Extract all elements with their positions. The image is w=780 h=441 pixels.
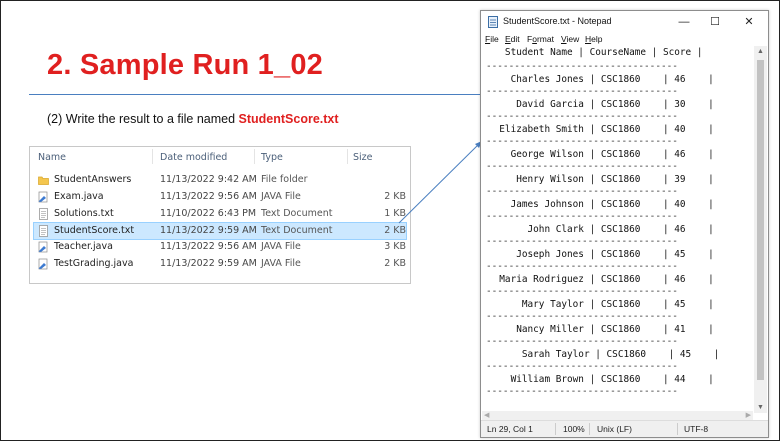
notepad-statusbar: Ln 29, Col 1 100% Unix (LF) UTF-8 xyxy=(481,420,768,437)
horizontal-scrollbar[interactable]: ◀ ▶ xyxy=(482,411,753,420)
status-divider xyxy=(589,423,590,435)
text-separator-line: ---------------------------------- xyxy=(486,111,678,122)
close-button[interactable]: ✕ xyxy=(739,14,759,30)
text-student-line: John Clark | CSC1860 | 46 | xyxy=(488,224,714,235)
notepad-text-area[interactable]: Student Name | CourseName | Score | ----… xyxy=(482,46,752,413)
text-separator-line: ---------------------------------- xyxy=(486,186,678,197)
text-separator-line: ---------------------------------- xyxy=(486,86,678,97)
menu-format[interactable]: Format xyxy=(527,34,554,44)
text-student-line: Joseph Jones | CSC1860 | 45 | xyxy=(488,249,714,260)
menu-file[interactable]: File xyxy=(485,34,499,44)
status-position: Ln 29, Col 1 xyxy=(487,424,533,434)
status-line-ending: Unix (LF) xyxy=(597,424,632,434)
minimize-button[interactable]: — xyxy=(674,14,694,30)
menu-edit[interactable]: Edit xyxy=(505,34,520,44)
slide: 2. Sample Run 1_02 (2) Write the result … xyxy=(0,0,780,441)
menu-help[interactable]: Help xyxy=(585,34,602,44)
text-separator-line: ---------------------------------- xyxy=(486,361,678,372)
text-student-line: William Brown | CSC1860 | 44 | xyxy=(488,374,714,385)
text-student-line: Sarah Taylor | CSC1860 | 45 | xyxy=(488,349,720,360)
text-separator-line: ---------------------------------- xyxy=(486,261,678,272)
menu-help-label: elp xyxy=(591,34,603,44)
text-student-line: Charles Jones | CSC1860 | 46 | xyxy=(488,74,714,85)
status-divider xyxy=(677,423,678,435)
menu-view[interactable]: View xyxy=(561,34,579,44)
text-separator-line: ---------------------------------- xyxy=(486,136,678,147)
text-separator-line: ---------------------------------- xyxy=(486,211,678,222)
status-divider xyxy=(555,423,556,435)
notepad-title: StudentScore.txt - Notepad xyxy=(503,16,612,26)
text-student-line: Elizabeth Smith | CSC1860 | 40 | xyxy=(488,124,714,135)
text-separator-line: ---------------------------------- xyxy=(486,286,678,297)
vertical-scrollbar[interactable]: ▲ ▼ xyxy=(754,46,767,413)
text-student-line: Henry Wilson | CSC1860 | 39 | xyxy=(488,174,714,185)
scroll-left-icon[interactable]: ◀ xyxy=(484,411,489,419)
text-separator-line: ---------------------------------- xyxy=(486,61,678,72)
text-student-line: David Garcia | CSC1860 | 30 | xyxy=(488,99,714,110)
text-separator-line: ---------------------------------- xyxy=(486,311,678,322)
scroll-down-icon[interactable]: ▼ xyxy=(754,404,767,411)
text-separator-line: ---------------------------------- xyxy=(486,386,678,397)
scroll-up-icon[interactable]: ▲ xyxy=(754,48,767,55)
menu-file-label: ile xyxy=(490,34,499,44)
text-header-line: Student Name | CourseName | Score | xyxy=(488,47,703,58)
text-student-line: George Wilson | CSC1860 | 46 | xyxy=(488,149,714,160)
text-separator-line: ---------------------------------- xyxy=(486,161,678,172)
text-student-line: Maria Rodriguez | CSC1860 | 46 | xyxy=(488,274,714,285)
status-zoom: 100% xyxy=(563,424,585,434)
status-encoding: UTF-8 xyxy=(684,424,709,434)
text-student-line: Mary Taylor | CSC1860 | 45 | xyxy=(488,299,714,310)
notepad-window: StudentScore.txt - Notepad — ☐ ✕ File Ed… xyxy=(480,10,769,438)
menu-format-label: rmat xyxy=(536,34,554,44)
text-separator-line: ---------------------------------- xyxy=(486,236,678,247)
text-separator-line: ---------------------------------- xyxy=(486,336,678,347)
text-student-line: Nancy Miller | CSC1860 | 41 | xyxy=(488,324,714,335)
notepad-menubar: File Edit Format View Help xyxy=(481,33,768,46)
maximize-button[interactable]: ☐ xyxy=(705,14,725,30)
vertical-scroll-thumb[interactable] xyxy=(757,60,764,380)
menu-edit-label: dit xyxy=(510,34,520,44)
scroll-right-icon[interactable]: ▶ xyxy=(746,411,751,419)
notepad-app-icon xyxy=(488,16,498,28)
notepad-titlebar[interactable]: StudentScore.txt - Notepad — ☐ ✕ xyxy=(481,11,768,33)
menu-view-label: iew xyxy=(566,34,580,44)
text-student-line: James Johnson | CSC1860 | 40 | xyxy=(488,199,714,210)
